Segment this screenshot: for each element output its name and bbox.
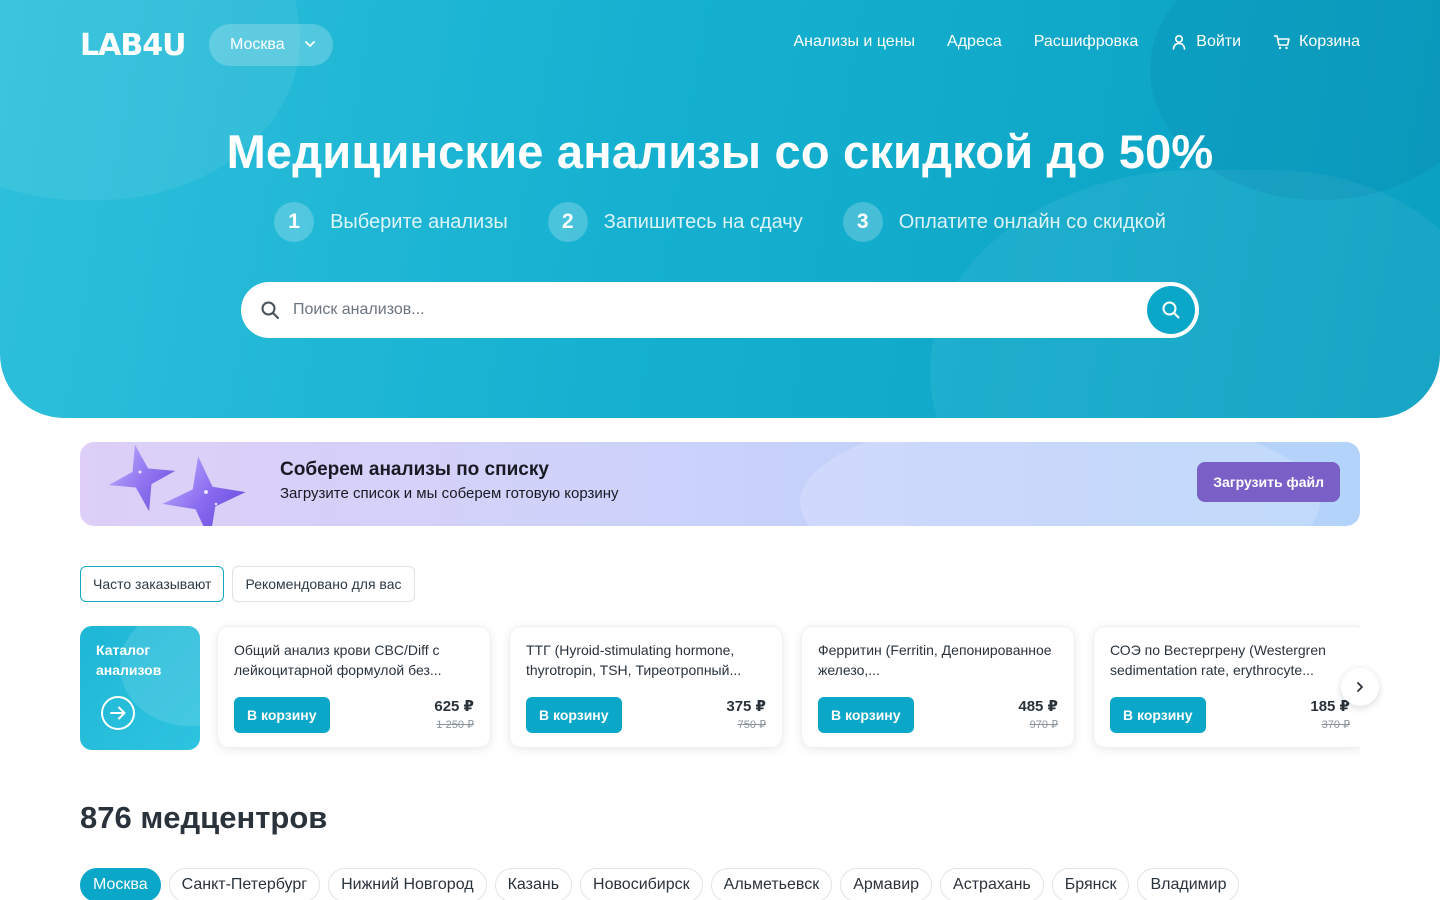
chevron-right-icon — [1357, 682, 1363, 692]
step-item: 1 Выберите анализы — [274, 202, 508, 242]
step-label: Выберите анализы — [330, 210, 508, 233]
product-old-price: 970 ₽ — [1029, 719, 1058, 731]
product-title: СОЭ по Вестергрену (Westergren sedimenta… — [1110, 642, 1326, 678]
promo-banner: Соберем анализы по списку Загрузите спис… — [80, 442, 1360, 526]
city-chip[interactable]: Санкт-Петербург — [168, 868, 321, 900]
medcenters-title: 876 медцентров — [80, 800, 328, 835]
product-old-price: 1 250 ₽ — [436, 719, 474, 731]
hero-section: LAB4U Москва Анализы и цены Адреса Расши… — [0, 0, 1440, 418]
city-chip[interactable]: Москва — [80, 868, 161, 900]
nav-label: Корзина — [1299, 33, 1360, 50]
step-item: 3 Оплатите онлайн со скидкой — [842, 202, 1166, 242]
city-chip[interactable]: Нижний Новгород — [328, 868, 487, 900]
logo[interactable]: LAB4U — [80, 28, 186, 63]
step-number: 1 — [274, 202, 315, 242]
user-icon — [1172, 34, 1186, 50]
product-card[interactable]: СОЭ по Вестергрену (Westergren sedimenta… — [1093, 626, 1360, 748]
search-icon — [261, 301, 279, 319]
nav-decoding[interactable]: Расшифровка — [1034, 33, 1139, 51]
product-card[interactable]: Общий анализ крови CBC/Diff с лейкоцитар… — [217, 626, 491, 748]
search-button[interactable] — [1147, 286, 1195, 334]
main-nav: Анализы и цены Адреса Расшифровка Войти … — [793, 33, 1360, 51]
steps: 1 Выберите анализы 2 Запишитесь на сдачу… — [0, 202, 1440, 242]
nav-analyses-prices[interactable]: Анализы и цены — [793, 33, 915, 51]
step-label: Оплатите онлайн со скидкой — [898, 210, 1166, 233]
step-item: 2 Запишитесь на сдачу — [547, 202, 803, 242]
product-tabs: Часто заказывают Рекомендовано для вас — [80, 566, 415, 602]
chevron-down-icon — [305, 41, 315, 47]
city-chips: Москва Санкт-Петербург Нижний Новгород Каза… — [80, 868, 1240, 900]
nav-login[interactable]: Войти — [1170, 33, 1241, 51]
catalog-label: Каталог анализов — [96, 642, 162, 678]
arrow-right-circle-icon — [101, 696, 135, 730]
product-price: 185 ₽ — [1310, 698, 1350, 715]
add-to-cart-button[interactable]: В корзину — [1110, 697, 1206, 733]
city-chip[interactable]: Брянск — [1051, 868, 1130, 900]
product-title: ТТГ (Hyroid-stimulating hormone, thyrotr… — [526, 642, 742, 678]
tab-recommended[interactable]: Рекомендовано для вас — [232, 566, 415, 602]
add-to-cart-button[interactable]: В корзину — [526, 697, 622, 733]
product-price: 625 ₽ — [434, 698, 474, 715]
nav-cart[interactable]: Корзина — [1273, 33, 1360, 51]
city-chip[interactable]: Владимир — [1137, 868, 1240, 900]
search-input[interactable] — [293, 301, 1113, 319]
step-label: Запишитесь на сдачу — [603, 210, 803, 233]
product-price: 485 ₽ — [1018, 698, 1058, 715]
nav-addresses[interactable]: Адреса — [947, 33, 1002, 51]
city-chip[interactable]: Альметьевск — [710, 868, 833, 900]
nav-label: Адреса — [947, 33, 1002, 50]
product-price: 375 ₽ — [726, 698, 766, 715]
step-number: 2 — [547, 202, 588, 242]
stars-illustration — [108, 444, 246, 526]
city-chip[interactable]: Новосибирск — [580, 868, 703, 900]
catalog-tile[interactable]: Каталог анализов — [80, 626, 200, 750]
promo-title: Соберем анализы по списку — [280, 459, 549, 480]
city-selector[interactable]: Москва — [209, 24, 333, 66]
nav-label: Анализы и цены — [793, 33, 916, 50]
city-selector-label: Москва — [230, 36, 285, 53]
product-card[interactable]: Ферритин (Ferritin, Депонированное желез… — [801, 626, 1075, 748]
city-chip[interactable]: Казань — [494, 868, 573, 900]
promo-subtitle: Загрузите список и мы соберем готовую ко… — [280, 485, 619, 502]
product-title: Общий анализ крови CBC/Diff с лейкоцитар… — [234, 642, 442, 678]
tab-popular[interactable]: Часто заказывают — [80, 566, 225, 602]
nav-label: Войти — [1196, 33, 1242, 50]
nav-label: Расшифровка — [1033, 33, 1139, 50]
product-title: Ферритин (Ferritin, Депонированное желез… — [818, 642, 1052, 678]
product-card[interactable]: ТТГ (Hyroid-stimulating hormone, thyrotr… — [509, 626, 783, 748]
hero-title: Медицинские анализы со скидкой до 50% — [226, 125, 1214, 178]
city-chip[interactable]: Астрахань — [940, 868, 1044, 900]
city-chip[interactable]: Армавир — [840, 868, 933, 900]
product-old-price: 370 ₽ — [1321, 719, 1350, 731]
add-to-cart-button[interactable]: В корзину — [818, 697, 914, 733]
add-to-cart-button[interactable]: В корзину — [234, 697, 330, 733]
cart-icon — [1273, 35, 1290, 50]
search-icon — [1162, 301, 1180, 319]
upload-file-button[interactable]: Загрузить файл — [1197, 462, 1340, 502]
search-bar — [241, 282, 1199, 338]
product-old-price: 750 ₽ — [737, 719, 766, 731]
carousel-next-button[interactable] — [1341, 668, 1379, 706]
product-carousel: Общий анализ крови CBC/Diff с лейкоцитар… — [210, 618, 1360, 758]
step-number: 3 — [842, 202, 883, 242]
